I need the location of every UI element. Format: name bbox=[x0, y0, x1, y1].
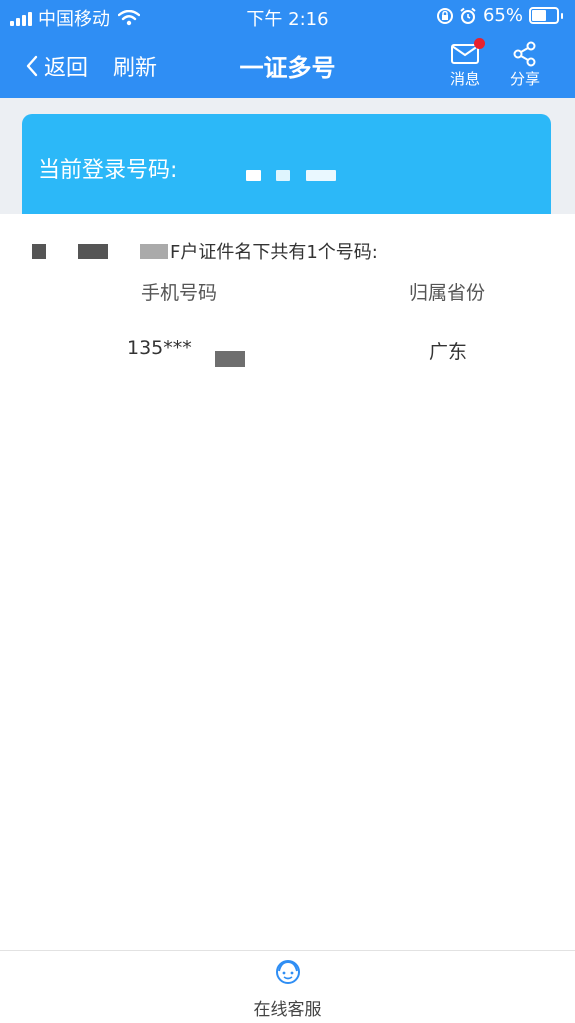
login-number-card: 当前登录号码: bbox=[22, 114, 551, 214]
rotation-lock-icon bbox=[436, 7, 453, 24]
customer-service-button[interactable]: 在线客服 bbox=[0, 957, 575, 1020]
app-header: 中国移动 下午 2:16 65% 返回 刷新 一证多号 消息 分享 bbox=[0, 0, 575, 98]
masked-name-segment bbox=[78, 244, 108, 259]
share-icon bbox=[513, 41, 536, 67]
phone-number-cell: 135*** bbox=[127, 337, 192, 359]
province-cell: 广东 bbox=[429, 341, 468, 363]
owner-summary-text: F户证件名下共有1个号码: bbox=[170, 242, 378, 263]
nav-bar: 返回 刷新 一证多号 消息 分享 bbox=[0, 32, 575, 98]
messages-button[interactable]: 消息 bbox=[443, 38, 487, 89]
messages-label: 消息 bbox=[449, 70, 480, 88]
battery-icon bbox=[529, 7, 559, 24]
masked-number-segment bbox=[276, 170, 290, 181]
masked-name-segment bbox=[32, 244, 46, 259]
masked-number-segment bbox=[246, 170, 261, 181]
login-number-label: 当前登录号码: bbox=[38, 158, 178, 183]
battery-percent: 65% bbox=[482, 5, 523, 26]
page-title: 一证多号 bbox=[239, 54, 336, 82]
status-bar: 中国移动 下午 2:16 65% bbox=[0, 0, 575, 32]
masked-phone-segment bbox=[215, 351, 245, 367]
column-header-province: 归属省份 bbox=[409, 282, 486, 304]
masked-number-segment bbox=[306, 170, 336, 181]
column-header-phone: 手机号码 bbox=[141, 282, 218, 304]
share-button[interactable]: 分享 bbox=[503, 40, 547, 89]
masked-name-segment bbox=[140, 244, 168, 259]
customer-service-label: 在线客服 bbox=[253, 1000, 322, 1020]
status-right: 65% bbox=[436, 5, 563, 26]
share-label: 分享 bbox=[509, 70, 540, 88]
customer-service-icon bbox=[275, 960, 300, 984]
bottom-bar: 在线客服 bbox=[0, 950, 575, 1023]
alarm-icon bbox=[460, 7, 476, 24]
unread-badge bbox=[474, 38, 485, 49]
